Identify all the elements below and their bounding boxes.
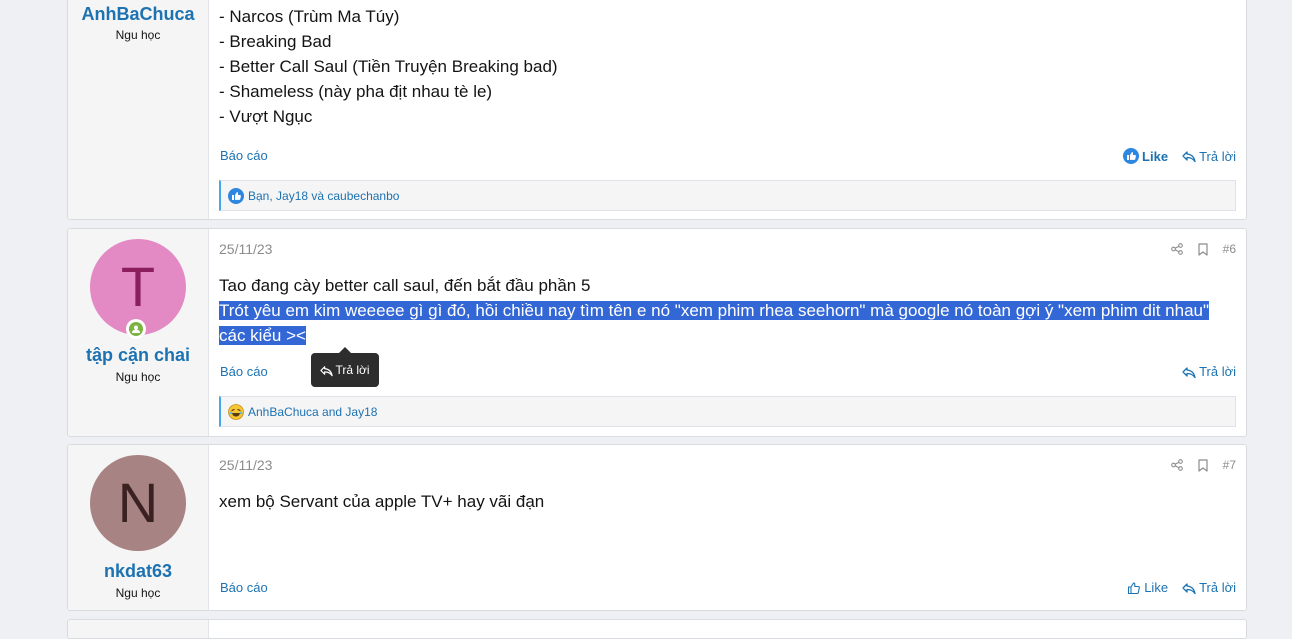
reply-label: Trả lời <box>1199 580 1236 595</box>
bookmark-icon[interactable] <box>1197 458 1209 472</box>
selected-text: Trót yêu em kim weeeee gì gì đó, hồi chi… <box>219 301 1210 345</box>
user-cell: N nkdat63 Ngu học <box>68 445 209 610</box>
report-link[interactable]: Báo cáo <box>220 148 268 163</box>
reply-button[interactable]: Trả lời <box>1182 364 1236 379</box>
post-main: 25/11/23 #6 Tao đang cày better call sau… <box>209 229 1246 436</box>
content-line: - Breaking Bad <box>219 32 332 51</box>
bookmark-icon[interactable] <box>1197 242 1209 256</box>
post-tools: #7 <box>1170 458 1236 472</box>
report-link[interactable]: Báo cáo <box>220 364 268 379</box>
post-number[interactable]: #6 <box>1223 242 1236 256</box>
avatar-letter: N <box>117 471 159 534</box>
reply-label: Trả lời <box>1199 364 1236 379</box>
post-date[interactable]: 25/11/23 <box>219 457 272 473</box>
user-online-icon <box>132 325 140 333</box>
username[interactable]: tập cận chai <box>68 345 208 366</box>
laugh-reaction-icon <box>228 403 244 420</box>
content-line: - Vượt Ngục <box>219 107 313 126</box>
post-actions: Trả lời <box>1182 364 1236 379</box>
share-icon[interactable] <box>1170 243 1183 255</box>
reply-tooltip[interactable]: Trả lời <box>311 347 379 387</box>
reply-icon <box>1182 366 1196 378</box>
avatar-letter: T <box>120 255 156 318</box>
post-number[interactable]: #7 <box>1223 458 1236 472</box>
user-title: Ngu học <box>115 586 161 600</box>
post-7: N nkdat63 Ngu học 25/11/23 #7 xem bộ Ser… <box>67 444 1247 611</box>
post-actions: Like Trả lời <box>1127 580 1236 595</box>
user-title: Ngu học <box>115 370 161 384</box>
content-line: - Shameless (này pha địt nhau tè le) <box>219 82 493 101</box>
post-date[interactable]: 25/11/23 <box>219 241 272 257</box>
post-actions: Like Trả lời <box>1123 148 1236 164</box>
avatar[interactable]: N <box>90 455 186 551</box>
post-main: 25/11/23 #7 xem bộ Servant của apple TV+… <box>209 445 1246 610</box>
post-main: - Narcos (Trùm Ma Túy) - Breaking Bad - … <box>209 0 1246 219</box>
content-line: Tao đang cày better call saul, đến bắt đ… <box>219 276 591 295</box>
reactions-text[interactable]: AnhBaChuca and Jay18 <box>248 405 377 419</box>
reactions-bar[interactable]: Bạn, Jay18 và caubechanbo <box>219 180 1236 211</box>
reply-icon <box>320 365 334 376</box>
share-icon[interactable] <box>1170 459 1183 471</box>
content-line: - Better Call Saul (Tiền Truyện Breaking… <box>219 57 558 76</box>
username[interactable]: nkdat63 <box>68 561 208 582</box>
post-5: AnhBaChuca Ngu học - Narcos (Trùm Ma Túy… <box>67 0 1247 220</box>
post-content: Tao đang cày better call saul, đến bắt đ… <box>219 273 1236 348</box>
post-8 <box>67 619 1247 639</box>
report-link[interactable]: Báo cáo <box>220 580 268 595</box>
reactions-bar[interactable]: AnhBaChuca and Jay18 <box>219 396 1236 427</box>
reply-button[interactable]: Trả lời <box>1182 149 1236 164</box>
like-button[interactable]: Like <box>1123 148 1168 164</box>
tooltip-label: Trả lời <box>335 363 370 377</box>
content-line: xem bộ Servant của apple TV+ hay vãi đạn <box>219 492 545 511</box>
online-indicator <box>126 319 146 339</box>
reply-label: Trả lời <box>1199 148 1236 164</box>
post-content: xem bộ Servant của apple TV+ hay vãi đạn <box>219 489 1236 514</box>
user-cell: T tập cận chai Ngu học <box>68 229 209 436</box>
reply-icon <box>1182 151 1196 163</box>
user-cell: AnhBaChuca Ngu học <box>68 0 209 219</box>
like-label: Like <box>1144 580 1169 595</box>
like-button[interactable]: Like <box>1127 580 1168 595</box>
user-title: Ngu học <box>115 28 161 42</box>
post-content: - Narcos (Trùm Ma Túy) - Breaking Bad - … <box>219 0 1236 129</box>
content-line: - Narcos (Trùm Ma Túy) <box>219 7 400 26</box>
post-6: T tập cận chai Ngu học 25/11/23 #6 Tao đ… <box>67 228 1247 437</box>
post-main <box>209 620 1246 638</box>
reactions-text[interactable]: Bạn, Jay18 và caubechanbo <box>248 189 399 203</box>
like-label: Like <box>1142 148 1169 164</box>
user-cell <box>68 620 209 638</box>
reply-icon <box>1182 582 1196 594</box>
like-filled-icon <box>1123 148 1140 164</box>
reply-button[interactable]: Trả lời <box>1182 580 1236 595</box>
thumbs-up-icon <box>1128 581 1141 594</box>
post-tools: #6 <box>1170 242 1236 256</box>
username[interactable]: AnhBaChuca <box>68 4 208 25</box>
like-reaction-icon <box>228 187 244 204</box>
